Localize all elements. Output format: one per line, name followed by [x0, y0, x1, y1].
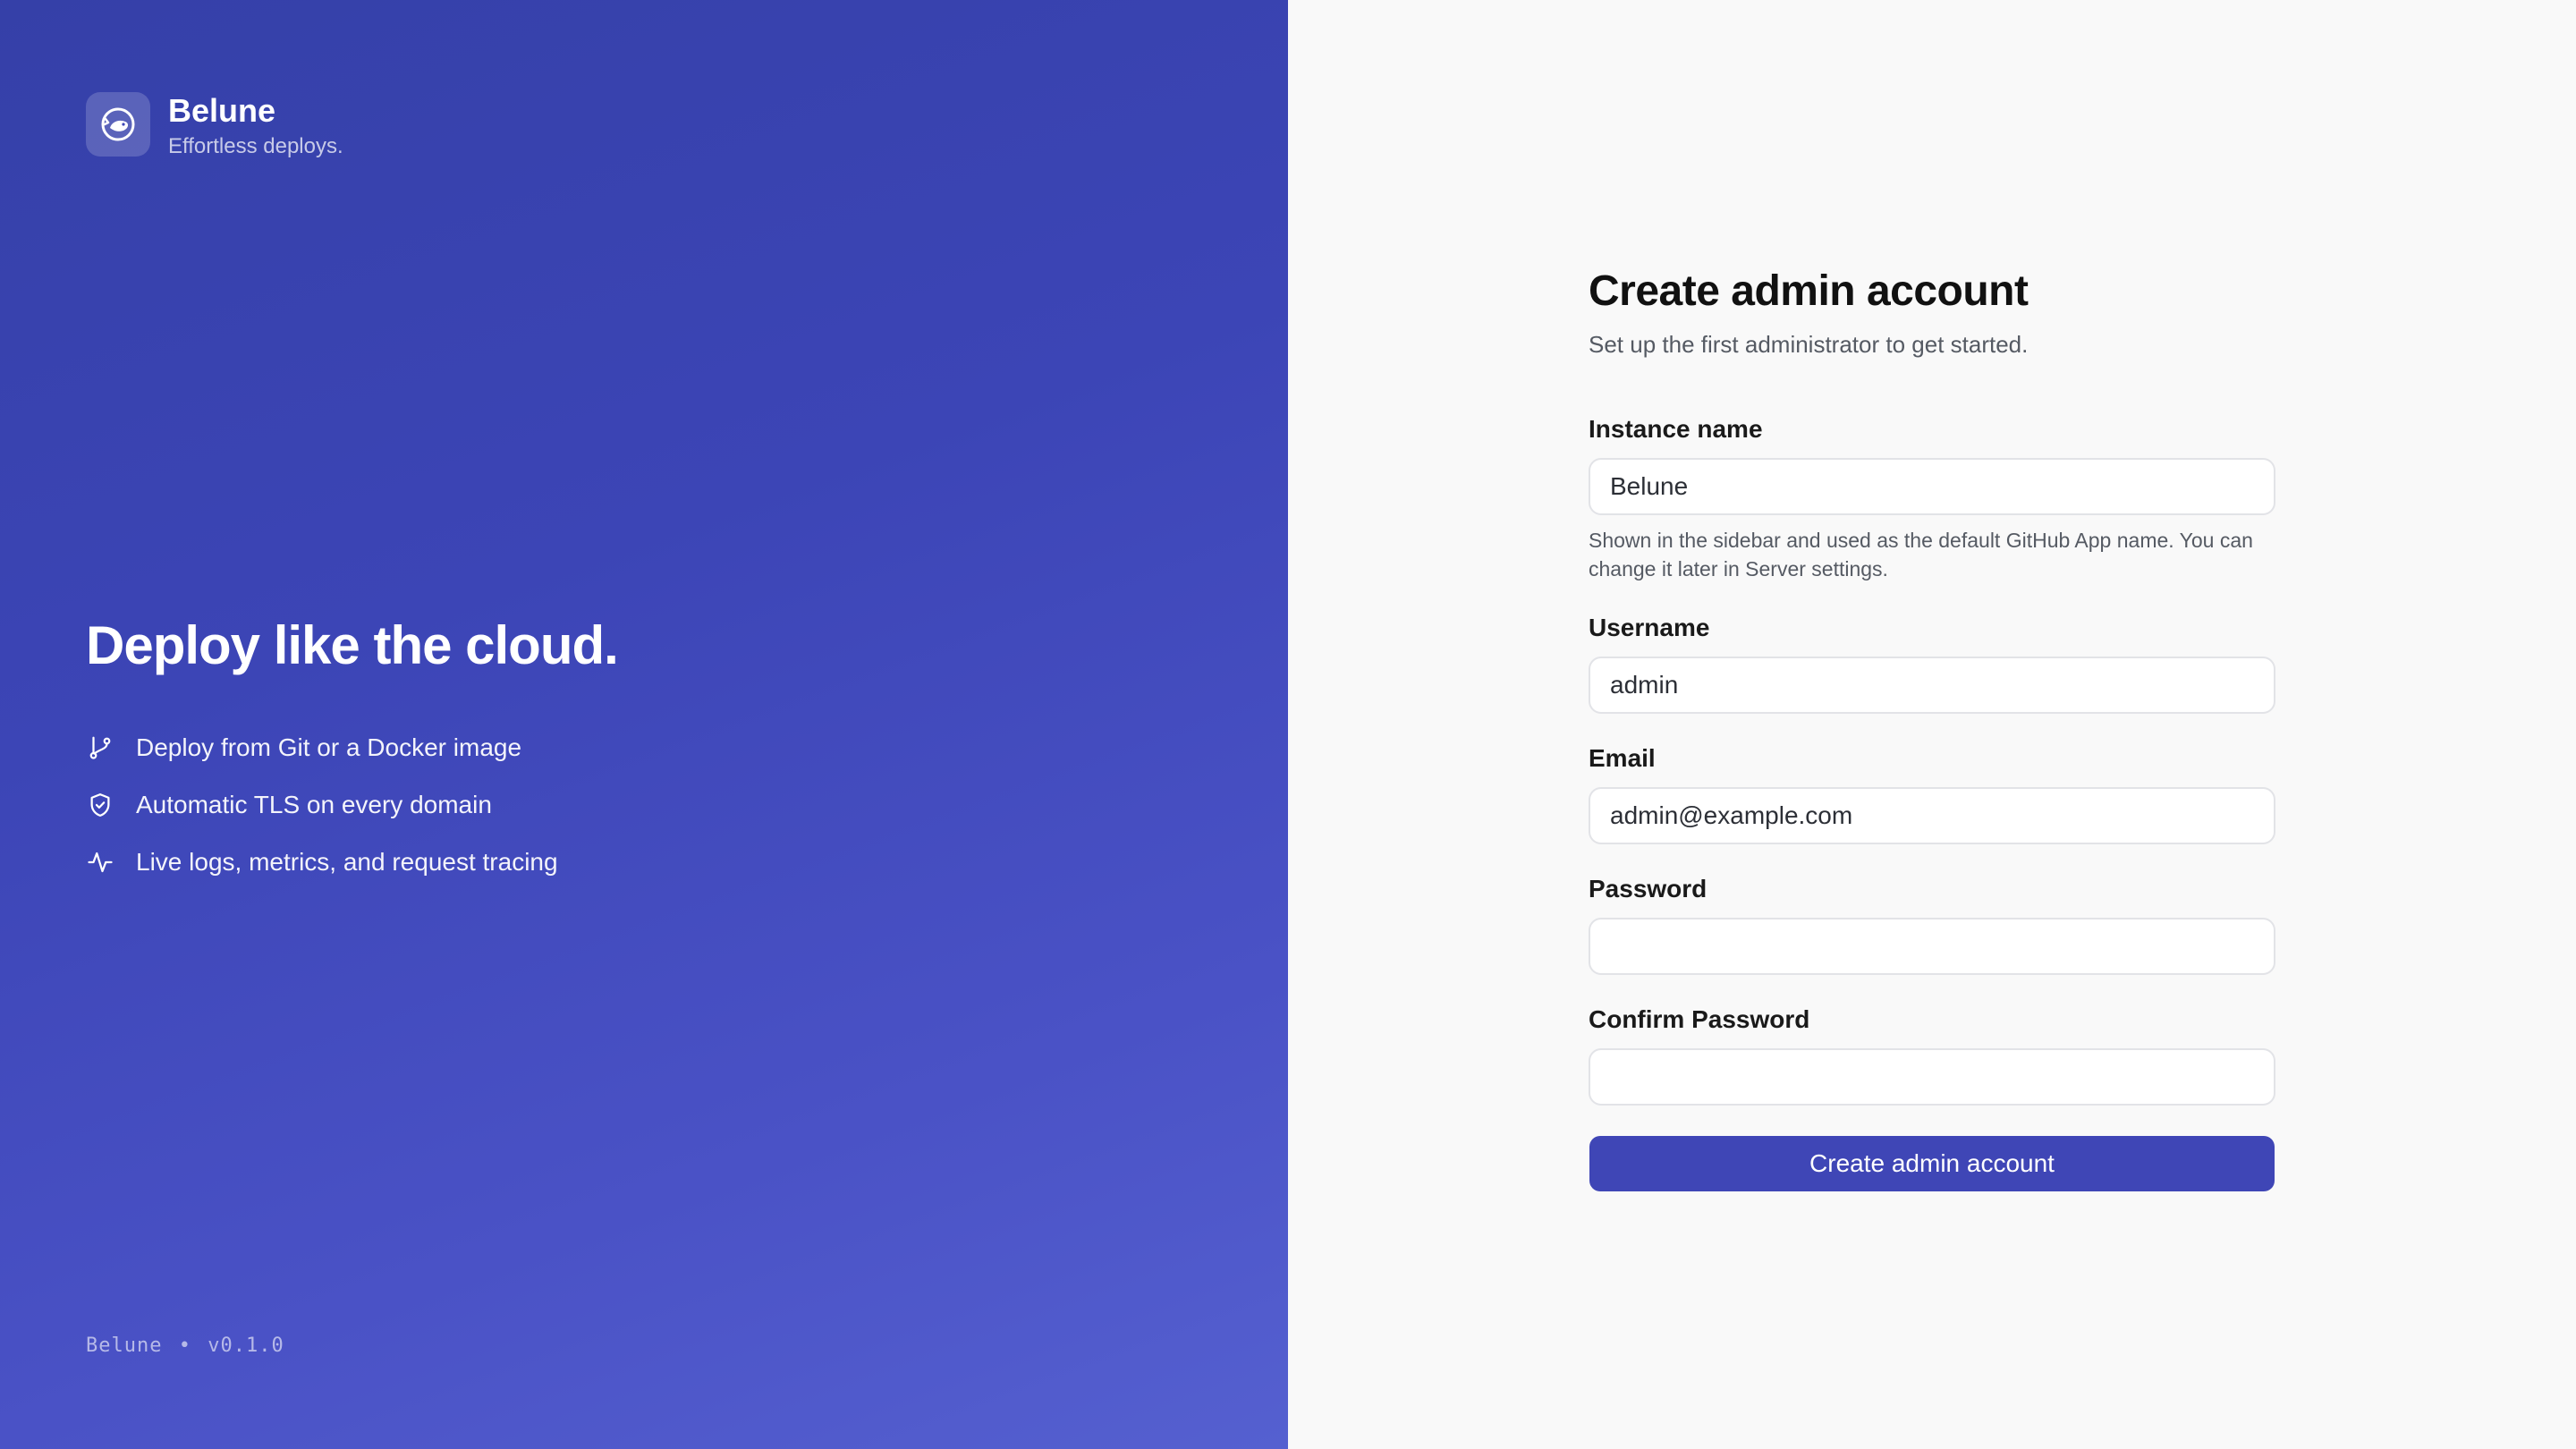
instance-name-help: Shown in the sidebar and used as the def…	[1589, 529, 2253, 580]
git-branch-icon	[86, 733, 114, 762]
footer-app-name: Belune	[86, 1335, 163, 1357]
hero: Deploy like the cloud. Deploy from Git o…	[86, 612, 619, 902]
create-admin-form: Create admin account Set up the first ad…	[1589, 265, 2275, 1191]
feature-item-tls: Automatic TLS on every domain	[86, 787, 618, 823]
username-field-group: Username	[1589, 612, 2275, 714]
footer-separator: •	[178, 1335, 191, 1357]
belune-logo-icon	[86, 92, 150, 157]
brand: Belune Effortless deploys.	[86, 92, 343, 160]
password-label: Password	[1589, 875, 1707, 902]
footer-version: v0.1.0	[208, 1335, 284, 1357]
email-label: Email	[1589, 744, 1656, 772]
password-input[interactable]	[1589, 918, 2275, 975]
feature-label: Automatic TLS on every domain	[136, 791, 492, 818]
activity-icon	[86, 848, 114, 877]
form-panel: Create admin account Set up the first ad…	[1288, 0, 2576, 1449]
branding-panel: Belune Effortless deploys. Deploy like t…	[0, 0, 1288, 1449]
shield-check-icon	[86, 791, 114, 819]
confirm-password-input[interactable]	[1589, 1048, 2275, 1106]
feature-label: Deploy from Git or a Docker image	[136, 733, 522, 761]
create-admin-account-button[interactable]: Create admin account	[1589, 1136, 2275, 1191]
email-input[interactable]	[1589, 787, 2275, 844]
form-title: Create admin account	[1589, 267, 2029, 315]
email-field-group: Email	[1589, 742, 2275, 844]
password-field-group: Password	[1589, 873, 2275, 975]
brand-tagline: Effortless deploys.	[168, 134, 343, 158]
username-input[interactable]	[1589, 657, 2275, 714]
brand-name: Belune	[168, 92, 276, 129]
instance-name-label: Instance name	[1589, 415, 1763, 443]
feature-item-observability: Live logs, metrics, and request tracing	[86, 844, 618, 880]
username-label: Username	[1589, 614, 1710, 641]
instance-name-input[interactable]	[1589, 458, 2275, 515]
version-footer: Belune • v0.1.0	[86, 1335, 288, 1357]
feature-list: Deploy from Git or a Docker image Automa…	[86, 730, 618, 880]
confirm-password-field-group: Confirm Password	[1589, 1004, 2275, 1106]
feature-label: Live logs, metrics, and request tracing	[136, 848, 558, 876]
confirm-password-label: Confirm Password	[1589, 1005, 1810, 1033]
hero-title: Deploy like the cloud.	[86, 615, 619, 675]
feature-item-git: Deploy from Git or a Docker image	[86, 730, 618, 766]
instance-name-field-group: Instance name Shown in the sidebar and u…	[1589, 413, 2275, 583]
form-subtitle: Set up the first administrator to get st…	[1589, 331, 2029, 358]
